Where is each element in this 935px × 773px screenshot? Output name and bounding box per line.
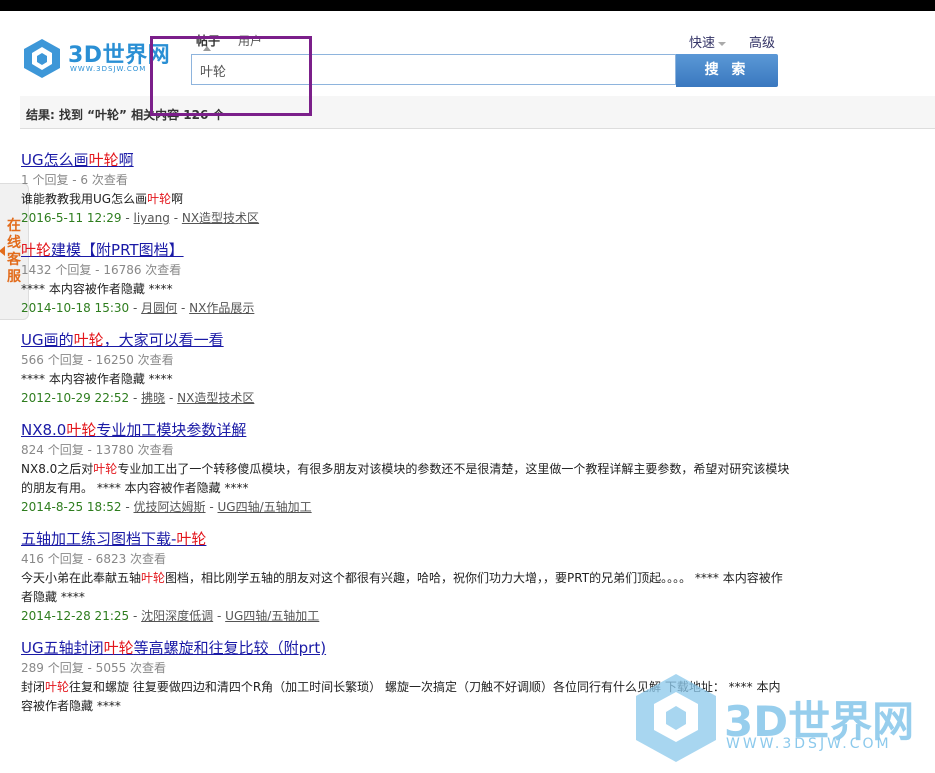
result-footer: 2014-8-25 18:52 - 优技阿达姆斯 - UG四轴/五轴加工: [21, 500, 312, 514]
result-item: UG画的叶轮，大家可以看一看 566 个回复 - 16250 次查看 **** …: [21, 330, 791, 408]
quick-label: 快速: [689, 36, 716, 51]
result-snippet: 今天小弟在此奉献五轴叶轮图档，相比刚学五轴的朋友对这个都很有兴趣，哈哈，祝你们功…: [21, 571, 783, 604]
result-forum-link[interactable]: UG四轴/五轴加工: [218, 500, 312, 514]
search-button[interactable]: 搜 索: [676, 54, 778, 87]
watermark-subtext: WWW.3DSJW.COM: [726, 736, 892, 752]
result-title-link[interactable]: 五轴加工练习图档下载-叶轮: [21, 529, 791, 550]
chevron-down-icon: [718, 41, 727, 46]
result-title-link[interactable]: NX8.0叶轮专业加工模块参数详解: [21, 420, 791, 441]
result-item: 五轴加工练习图档下载-叶轮 416 个回复 - 6823 次查看 今天小弟在此奉…: [21, 529, 791, 626]
result-forum-link[interactable]: UG四轴/五轴加工: [225, 609, 319, 623]
result-footer: 2014-10-18 15:30 - 月圆何 - NX作品展示: [21, 301, 255, 315]
caret-left-icon: [0, 246, 5, 256]
result-author-link[interactable]: liyang: [134, 211, 170, 225]
advanced-search-link[interactable]: 高级: [749, 32, 775, 51]
result-title-link[interactable]: UG画的叶轮，大家可以看一看: [21, 330, 791, 351]
result-stats: 1432 个回复 - 16786 次查看: [21, 263, 182, 277]
annotation-highlight-box: [150, 36, 312, 116]
result-forum-link[interactable]: NX造型技术区: [182, 211, 259, 225]
result-author-link[interactable]: 优技阿达姆斯: [134, 500, 206, 514]
logo-cube-icon: [24, 39, 60, 78]
watermark-cube-icon: [636, 674, 716, 762]
result-author-link[interactable]: 月圆何: [141, 301, 177, 315]
site-watermark: 3D世界网 WWW.3DSJW.COM: [634, 670, 934, 770]
result-author-link[interactable]: 拂晓: [141, 391, 165, 405]
result-stats: 566 个回复 - 16250 次查看: [21, 353, 174, 367]
result-stats: 1 个回复 - 6 次查看: [21, 173, 128, 187]
top-black-bar: [0, 0, 935, 11]
result-date: 2016-5-11 12:29: [21, 211, 122, 225]
result-footer: 2012-10-29 22:52 - 拂晓 - NX造型技术区: [21, 391, 255, 405]
result-title-link[interactable]: UG五轴封闭叶轮等高螺旋和往复比较（附prt): [21, 638, 791, 659]
result-list: UG怎么画叶轮啊 1 个回复 - 6 次查看 谁能教教我用UG怎么画叶轮啊 20…: [21, 150, 791, 728]
result-item: 叶轮建模【附PRT图档】 1432 个回复 - 16786 次查看 **** 本…: [21, 240, 791, 318]
result-snippet: **** 本内容被作者隐藏 ****: [21, 282, 173, 296]
result-title-link[interactable]: 叶轮建模【附PRT图档】: [21, 240, 791, 261]
result-title-link[interactable]: UG怎么画叶轮啊: [21, 150, 791, 171]
result-date: 2014-8-25 18:52: [21, 500, 122, 514]
result-item: UG怎么画叶轮啊 1 个回复 - 6 次查看 谁能教教我用UG怎么画叶轮啊 20…: [21, 150, 791, 228]
result-forum-link[interactable]: NX作品展示: [189, 301, 254, 315]
result-date: 2012-10-29 22:52: [21, 391, 130, 405]
result-date: 2014-12-28 21:25: [21, 609, 130, 623]
logo-subtext: WWW.3DSJW.COM: [70, 65, 147, 73]
result-author-link[interactable]: 沈阳深度低调: [141, 609, 213, 623]
result-snippet: 谁能教教我用UG怎么画叶轮啊: [21, 192, 184, 206]
result-forum-link[interactable]: NX造型技术区: [177, 391, 254, 405]
result-date: 2014-10-18 15:30: [21, 301, 130, 315]
result-snippet: NX8.0之后对叶轮专业加工出了一个转移傻瓜模块，有很多朋友对该模块的参数还不是…: [21, 462, 790, 495]
quick-dropdown[interactable]: 快速: [689, 32, 727, 51]
result-footer: 2016-5-11 12:29 - liyang - NX造型技术区: [21, 211, 260, 225]
result-stats: 416 个回复 - 6823 次查看: [21, 552, 167, 566]
result-snippet: **** 本内容被作者隐藏 ****: [21, 372, 173, 386]
result-footer: 2014-12-28 21:25 - 沈阳深度低调 - UG四轴/五轴加工: [21, 609, 320, 623]
result-item: NX8.0叶轮专业加工模块参数详解 824 个回复 - 13780 次查看 NX…: [21, 420, 791, 517]
online-service-label: 在 线 客 服: [7, 218, 21, 285]
result-stats: 824 个回复 - 13780 次查看: [21, 443, 174, 457]
